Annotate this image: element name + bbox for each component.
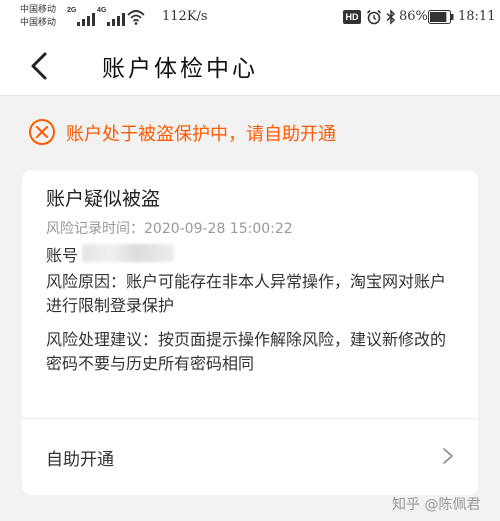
risk-reason: 风险原因：账户可能存在非本人异常操作，淘宝网对账户进行限制登录保护 bbox=[46, 272, 447, 315]
signal-icon bbox=[77, 12, 95, 26]
status-bar: 中国移动 中国移动 2G 4G 112K/s HD 86% 18:11 bbox=[0, 0, 500, 36]
alert-text: 账户处于被盗保护中，请自助开通 bbox=[66, 124, 336, 145]
signal-1-tag: 2G bbox=[67, 7, 77, 14]
card-title: 账户疑似被盗 bbox=[46, 188, 161, 210]
back-button[interactable] bbox=[22, 48, 58, 84]
risk-card: 账户疑似被盗 风险记录时间：2020-09-28 15:00:22 账号 风险原… bbox=[22, 170, 478, 495]
header: 账户体检中心 bbox=[0, 36, 500, 96]
wifi-icon bbox=[127, 10, 145, 25]
page-title: 账户体检中心 bbox=[102, 56, 258, 82]
record-time-value: 2020-09-28 15:00:22 bbox=[144, 221, 293, 237]
account-label: 账号 bbox=[46, 246, 79, 265]
watermark: 知乎 @陈佩君 bbox=[392, 497, 481, 513]
risk-advice: 风险处理建议：按页面提示操作解除风险，建议新修改的密码不要与历史所有密码相同 bbox=[46, 330, 447, 373]
chevron-right-icon bbox=[443, 448, 453, 464]
close-circle-icon bbox=[29, 119, 55, 145]
hd-badge: HD bbox=[343, 10, 361, 24]
record-time-label: 风险记录时间： bbox=[46, 221, 144, 237]
alert-banner: 账户处于被盗保护中，请自助开通 bbox=[0, 110, 500, 154]
bluetooth-icon bbox=[386, 9, 396, 25]
battery-percent: 86% bbox=[399, 9, 428, 24]
battery-icon bbox=[428, 10, 454, 24]
signal-2-tag: 4G bbox=[97, 7, 107, 14]
action-label: 自助开通 bbox=[46, 450, 114, 470]
chevron-left-icon bbox=[31, 52, 47, 80]
signal-icon bbox=[107, 12, 125, 26]
alarm-icon bbox=[366, 9, 382, 25]
record-time: 风险记录时间：2020-09-28 15:00:22 bbox=[46, 218, 293, 238]
account-value-masked bbox=[82, 244, 174, 262]
self-service-unlock-button[interactable]: 自助开通 bbox=[22, 419, 478, 495]
carrier-2: 中国移动 bbox=[20, 18, 57, 28]
status-time: 18:11 bbox=[458, 9, 496, 24]
net-speed: 112K/s bbox=[162, 9, 208, 24]
